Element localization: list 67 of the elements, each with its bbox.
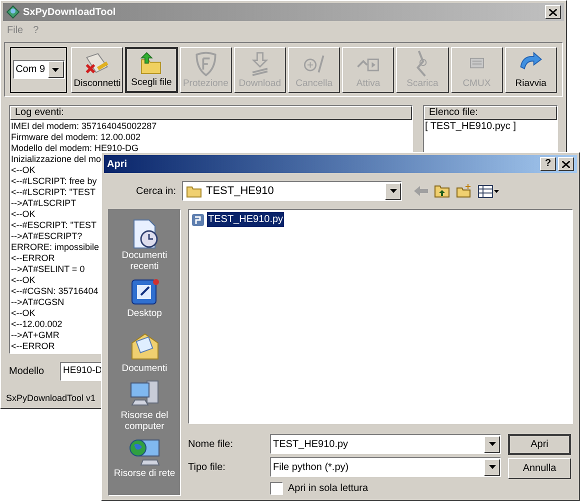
log-line: -->AT#LSCRIPT [11,198,76,209]
dropdown-button[interactable] [48,61,64,78]
dropdown-arrow-icon [52,68,60,72]
up-folder-icon[interactable] [434,184,450,198]
read-only-label: Apri in sola lettura [288,482,368,496]
model-label: Modello [9,365,44,379]
new-folder-icon[interactable] [456,184,472,198]
close-icon [549,8,557,16]
log-line: <--#LSCRIPT: free by [11,176,97,187]
place-item[interactable]: Risorse di rete [109,436,180,479]
dialog-button[interactable]: Apri [508,434,571,455]
dropdown-button[interactable] [484,458,500,476]
dropdown-arrow-icon [488,442,496,446]
log-line: -->AT#ESCRIPT? [11,231,82,242]
port-select[interactable]: Com 9 [12,60,65,79]
log-header: Log eventi: [10,106,412,120]
log-line: <--OK [11,308,36,319]
toolbar-button[interactable]: Scegli file [125,46,178,92]
close-button[interactable] [558,157,574,171]
caret-icon [494,190,499,192]
file-list-item[interactable]: [ TEST_HE910.pyc ] [424,120,517,133]
toolbar-button[interactable]: Riavvia [504,46,557,92]
look-in-select[interactable]: TEST_HE910 [182,181,402,201]
file-list-header: Elenco file: [424,106,557,120]
log-line: -->AT#SELINT = 0 [11,264,85,275]
log-line: <--OK [11,275,36,286]
log-line: Inizializzazione del mo [11,154,102,165]
help-button[interactable]: ? [540,157,556,171]
place-item[interactable]: Documenti recenti [109,218,180,272]
log-line: Modello del modem: HE910-DG [11,143,139,154]
folder-icon [186,184,202,198]
log-line: ERRORE: impossibile [11,242,100,253]
log-line: <--#CGSN: 35716404 [11,286,98,297]
dropdown-arrow-icon [390,189,396,193]
status-text: SxPyDownloadTool v1 [6,392,96,405]
window-title: SxPyDownloadTool [23,6,117,20]
log-line: -->AT+GMR [11,330,60,341]
log-line: <--OK [11,165,36,176]
log-line: <--OK [11,209,36,220]
file-name-label: Nome file: [188,438,234,452]
place-item[interactable]: Desktop [109,276,180,319]
place-item[interactable]: Risorse del computer [109,378,180,432]
close-icon [562,160,570,168]
app-icon [6,5,20,19]
look-in-label: Cerca in: [134,184,177,198]
dropdown-button[interactable] [385,182,401,200]
dialog-button[interactable]: Annulla [508,458,571,479]
log-line: <--12.00.002 [11,319,62,330]
dropdown-arrow-icon [488,465,496,469]
log-line: Firmware del modem: 12.00.002 [11,132,141,143]
python-file-icon [191,212,205,226]
file-type-label: Tipo file: [188,460,226,474]
read-only-checkbox[interactable] [270,482,283,494]
file-name-field[interactable]: TEST_HE910.py [270,434,501,454]
toolbar-button[interactable]: Disconnetti [71,46,124,92]
log-line: <--#LSCRIPT: "TEST [11,187,96,198]
log-line: IMEI del modem: 357164045002287 [11,121,157,132]
log-line: <--#ESCRIPT: "TEST [11,220,96,231]
list-view-icon [478,184,493,198]
view-menu-button[interactable] [478,184,499,198]
dialog-title: Apri [107,158,128,172]
file-type-select[interactable]: File python (*.py) [270,457,501,477]
log-line: <--ERROR [11,253,55,264]
log-line: <--ERROR [11,341,55,352]
close-button[interactable] [545,5,561,19]
log-line: -->AT#CGSN [11,297,64,308]
dropdown-button[interactable] [484,436,500,452]
